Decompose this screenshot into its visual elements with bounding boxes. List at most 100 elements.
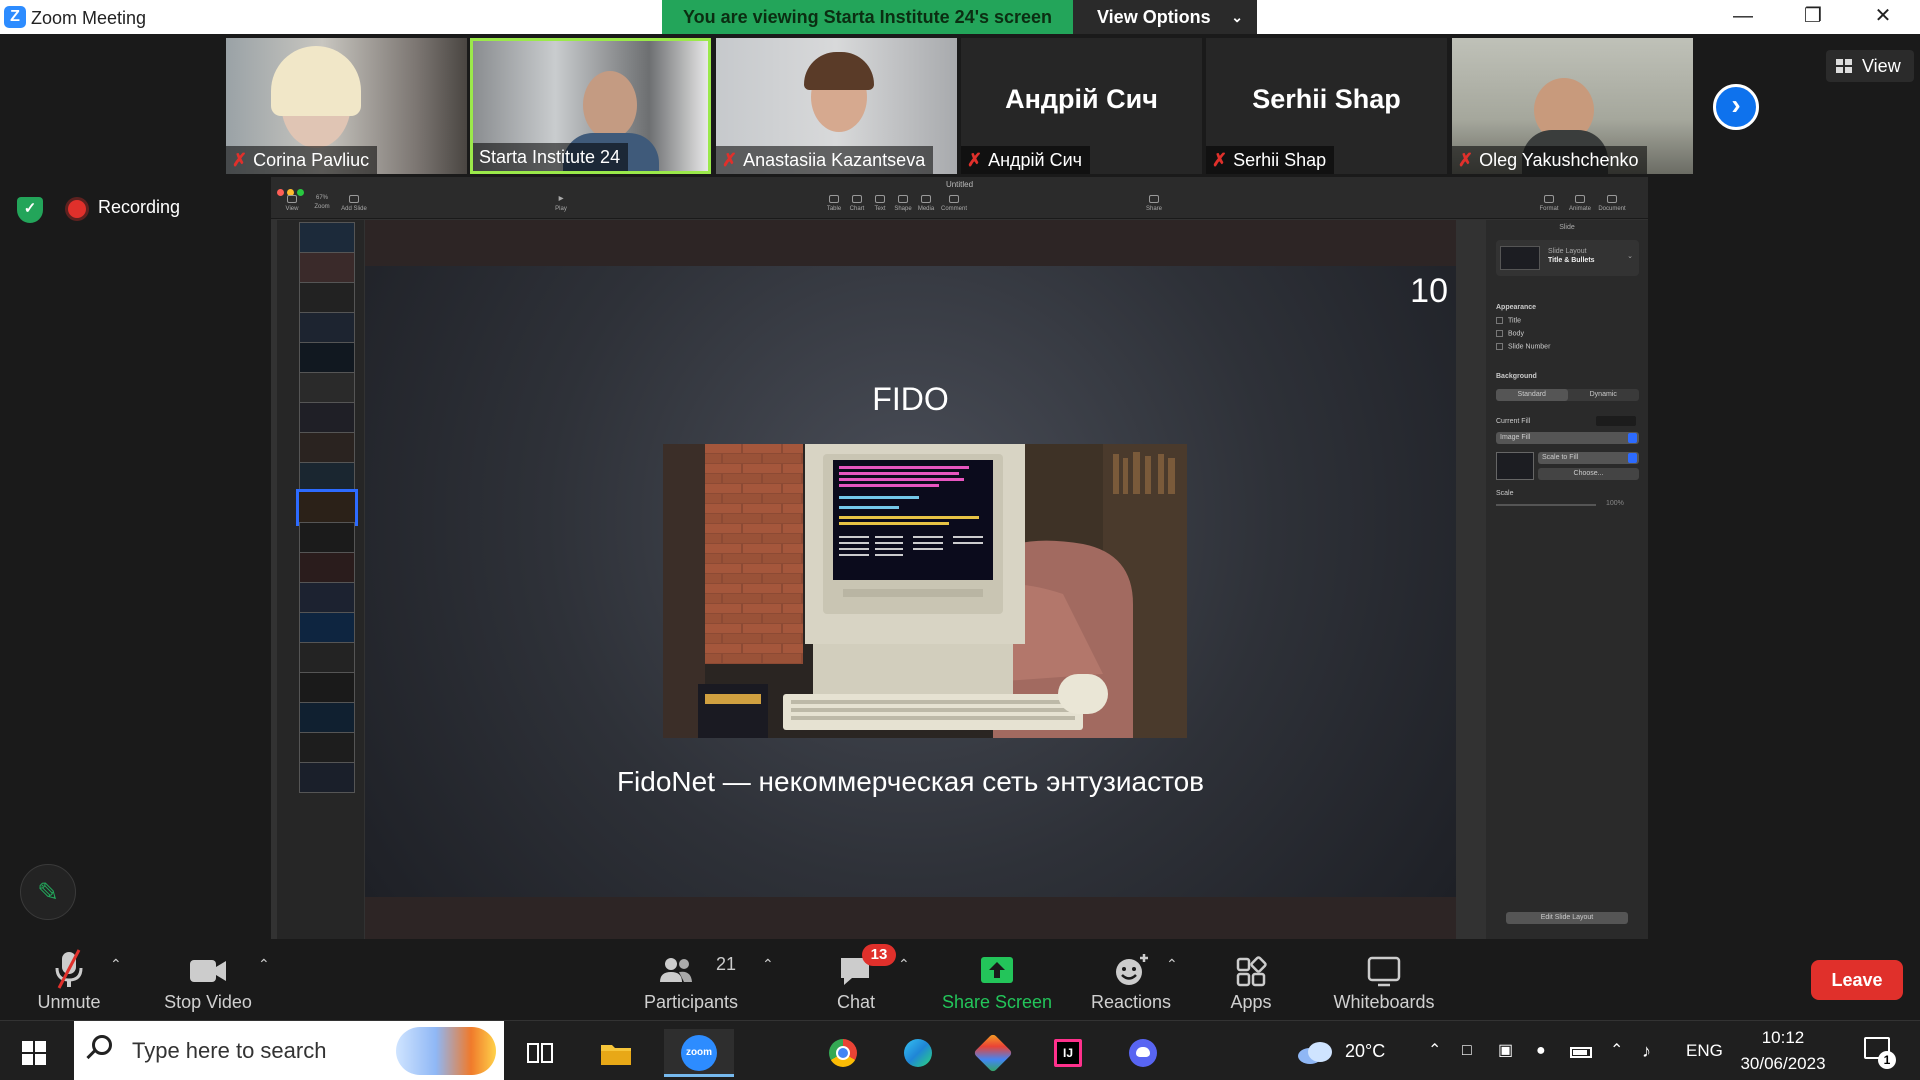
notification-center-icon[interactable]: 1	[1862, 1035, 1896, 1069]
scale-mode-select: Scale to Fill	[1538, 452, 1639, 464]
slide-thumbnail: 3	[299, 282, 355, 313]
share-screen-button[interactable]: Share Screen	[936, 942, 1058, 1020]
task-view-icon[interactable]	[514, 1029, 566, 1077]
participant-name: Андрій Сич	[988, 150, 1083, 170]
taskbar-search-box[interactable]: Type here to search	[74, 1021, 504, 1080]
zoom-meeting-window: Z Zoom Meeting You are viewing Starta In…	[0, 0, 1920, 1080]
participant-name: Anastasiia Kazantseva	[743, 150, 926, 170]
video-tile-active-speaker[interactable]: Starta Institute 24	[470, 38, 711, 174]
minimize-button[interactable]: —	[1718, 0, 1768, 34]
search-placeholder: Type here to search	[132, 1038, 327, 1063]
close-button[interactable]: ✕	[1858, 0, 1908, 34]
restore-button[interactable]: ❐	[1788, 0, 1838, 34]
recording-icon	[68, 200, 86, 218]
whiteboard-icon	[1367, 956, 1401, 987]
reactions-label: Reactions	[1090, 992, 1172, 1012]
slide-thumbnail: 16	[299, 672, 355, 703]
weather-temp: 20°C	[1345, 1041, 1386, 1061]
leave-button[interactable]: Leave	[1811, 960, 1903, 1000]
unmute-label: Unmute	[37, 992, 101, 1012]
recording-label[interactable]: Recording	[98, 197, 180, 218]
video-tile[interactable]: ✗ Oleg Yakushchenko	[1452, 38, 1693, 174]
background-segmented-control: Standard Dynamic	[1496, 389, 1639, 401]
view-button[interactable]: View	[1826, 50, 1914, 82]
chevron-down-icon: ⌄	[1231, 9, 1243, 25]
edge-icon[interactable]	[891, 1029, 943, 1077]
annotate-pencil-button[interactable]: ✎	[20, 864, 76, 920]
wifi-icon[interactable]: ⌃	[1610, 1021, 1623, 1080]
audio-options-caret-icon[interactable]: ⌃	[110, 956, 122, 973]
view-options-button[interactable]: View Options ⌄	[1073, 0, 1257, 34]
zoom-app-label: zoom	[681, 1035, 717, 1071]
muted-mic-icon: ✗	[967, 150, 983, 170]
chat-badge: 13	[862, 944, 896, 966]
smiley-plus-icon	[1116, 954, 1148, 985]
whiteboards-button[interactable]: Whiteboards	[1326, 942, 1442, 1020]
microphone-tray-icon[interactable]: ●	[1536, 1021, 1546, 1080]
unmute-button[interactable]: Unmute	[28, 942, 110, 1020]
input-language[interactable]: ENG	[1686, 1021, 1723, 1080]
security-shield-icon[interactable]: ✓	[17, 197, 43, 223]
participants-button[interactable]: 21 Participants	[640, 942, 742, 1020]
background-heading: Background	[1496, 373, 1537, 380]
slide-thumbnail: 15	[299, 642, 355, 673]
system-clock[interactable]: 10:12 30/06/2023	[1734, 1025, 1832, 1077]
weather-widget[interactable]: 20°C	[1296, 1021, 1385, 1080]
video-tile[interactable]: Андрій Сич ✗ Андрій Сич	[961, 38, 1202, 174]
git-app-icon[interactable]	[966, 1029, 1018, 1077]
screen-share-tray-icon[interactable]: ▣	[1498, 1021, 1513, 1080]
kn-share-tool: Share	[1137, 195, 1171, 212]
apps-button[interactable]: Apps	[1220, 942, 1282, 1020]
layout-label: Slide Layout	[1548, 248, 1587, 255]
title-bar: Z Zoom Meeting You are viewing Starta In…	[0, 0, 1920, 34]
body-checkbox: Body	[1496, 330, 1524, 337]
chat-caret-icon[interactable]: ⌃	[898, 956, 910, 973]
video-tile[interactable]: Serhii Shap ✗ Serhii Shap	[1206, 38, 1447, 174]
participant-name: Starta Institute 24	[479, 147, 621, 167]
slide-thumbnail: 1	[299, 222, 355, 253]
participants-icon	[660, 958, 692, 982]
clock-date: 30/06/2023	[1740, 1054, 1826, 1073]
video-tile[interactable]: ✗ Anastasiia Kazantseva	[716, 38, 957, 174]
video-tile[interactable]: ✗ Corina Pavliuc	[226, 38, 467, 174]
muted-mic-icon: ✗	[1212, 150, 1228, 170]
slide-thumbnail: 4	[299, 312, 355, 343]
layout-picker: Slide Layout Title & Bullets ⌄	[1496, 240, 1639, 276]
file-explorer-icon[interactable]	[590, 1029, 642, 1077]
select-arrows-icon	[1628, 453, 1637, 463]
slide-thumbnail: 11	[299, 522, 355, 553]
video-options-caret-icon[interactable]: ⌃	[258, 956, 270, 973]
show-hidden-icons-chevron-icon[interactable]: ⌃	[1428, 1021, 1441, 1080]
slide-thumbnail: 12	[299, 552, 355, 583]
chat-button[interactable]: 13 Chat	[820, 942, 896, 1020]
zoom-taskbar-icon[interactable]: zoom	[664, 1029, 734, 1077]
participant-name: Serhii Shap	[1233, 150, 1327, 170]
slide-thumbnail: 10	[296, 489, 358, 526]
layout-value: Title & Bullets	[1548, 257, 1595, 264]
slide-number: 10	[1410, 272, 1448, 310]
inspector-panel: Slide Slide Layout Title & Bullets ⌄ App…	[1486, 220, 1648, 939]
battery-icon[interactable]	[1570, 1021, 1592, 1080]
participants-caret-icon[interactable]: ⌃	[762, 956, 774, 973]
shared-screen: Untitled View 67% Zoom Add Slide ▶ Play Ta…	[271, 177, 1648, 939]
participants-count: 21	[716, 954, 737, 974]
stop-video-button[interactable]: Stop Video	[158, 942, 258, 1020]
clock-time: 10:12	[1761, 1028, 1805, 1047]
intellij-icon[interactable]: IJ	[1041, 1029, 1093, 1077]
whiteboards-label: Whiteboards	[1333, 992, 1435, 1012]
reactions-caret-icon[interactable]: ⌃	[1166, 956, 1178, 973]
search-highlight-image	[396, 1027, 496, 1075]
cloud-icon	[1298, 1042, 1332, 1065]
windows-start-icon[interactable]	[22, 1041, 46, 1065]
chrome-icon[interactable]	[816, 1029, 868, 1077]
grid-icon	[1836, 59, 1852, 73]
meet-now-icon[interactable]: □	[1462, 1021, 1472, 1080]
image-well	[1496, 452, 1534, 480]
discord-icon[interactable]	[1116, 1029, 1168, 1077]
muted-mic-icon: ✗	[1458, 150, 1474, 170]
current-fill-label: Current Fill	[1496, 418, 1531, 425]
volume-icon[interactable]: ♪	[1642, 1021, 1651, 1080]
kn-format-tool: Format	[1532, 195, 1566, 212]
next-page-button[interactable]: ›	[1713, 84, 1759, 130]
reactions-button[interactable]: Reactions	[1080, 942, 1182, 1020]
